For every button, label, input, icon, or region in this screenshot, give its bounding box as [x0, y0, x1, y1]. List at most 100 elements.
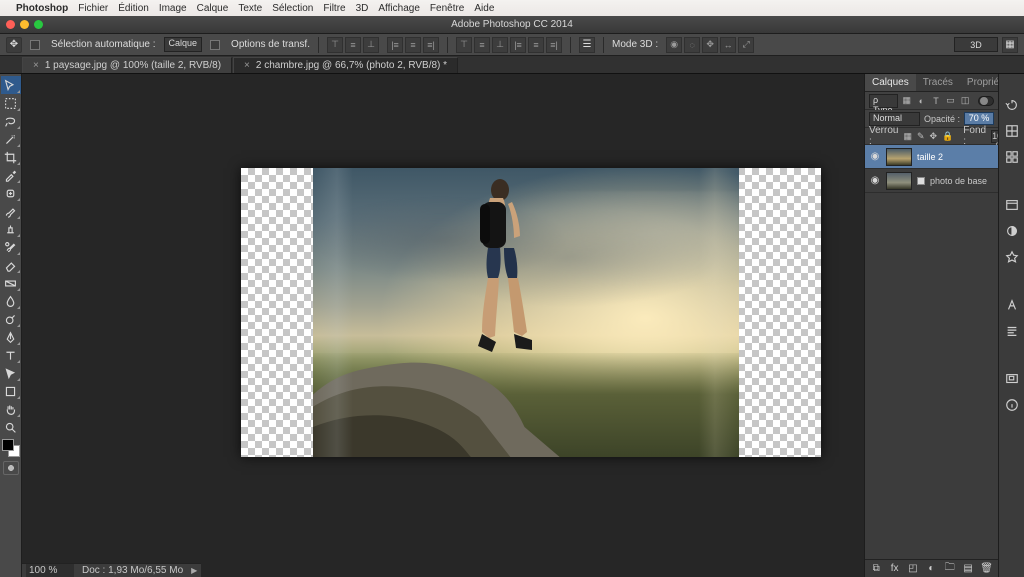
new-adjustment-icon[interactable]: ◐	[925, 562, 937, 575]
filter-shape-icon[interactable]: ▭	[945, 94, 956, 108]
blur-tool[interactable]	[1, 292, 21, 310]
filter-adjust-icon[interactable]: ◐	[916, 94, 927, 108]
navigator-panel-icon[interactable]	[1003, 370, 1021, 388]
adjustments-panel-icon[interactable]	[1003, 222, 1021, 240]
eyedropper-tool[interactable]	[1, 166, 21, 184]
tab-paths[interactable]: Tracés	[916, 74, 960, 91]
pen-tool[interactable]	[1, 328, 21, 346]
workspace-options-icon[interactable]: ▦	[1002, 37, 1018, 53]
history-brush-tool[interactable]	[1, 238, 21, 256]
clone-stamp-tool[interactable]	[1, 220, 21, 238]
menu-image[interactable]: Image	[159, 3, 187, 14]
show-transform-checkbox[interactable]	[210, 40, 220, 50]
mode3d-zoom-icon[interactable]: ⤢	[738, 37, 754, 53]
styles-panel-icon[interactable]	[1003, 248, 1021, 266]
move-tool-indicator-icon[interactable]: ✥	[6, 37, 22, 53]
close-window-button[interactable]	[6, 20, 15, 29]
distribute-top-icon[interactable]: ⊤	[456, 37, 472, 53]
type-tool[interactable]	[1, 346, 21, 364]
distribute-right-icon[interactable]: ≡|	[546, 37, 562, 53]
shape-tool[interactable]	[1, 382, 21, 400]
document-tab-1[interactable]: × 1 paysage.jpg @ 100% (taille 2, RVB/8)	[22, 57, 232, 73]
auto-align-icon[interactable]: ☰	[579, 37, 595, 53]
app-name[interactable]: Photoshop	[16, 3, 68, 14]
new-layer-icon[interactable]: ▤	[962, 562, 974, 575]
mode3d-roll-icon[interactable]: ◌	[684, 37, 700, 53]
healing-brush-tool[interactable]	[1, 184, 21, 202]
visibility-toggle-icon[interactable]: ◉	[869, 175, 881, 187]
swatches-panel-icon[interactable]	[1003, 148, 1021, 166]
close-tab-icon[interactable]: ×	[33, 60, 39, 71]
align-right-icon[interactable]: ≡|	[423, 37, 439, 53]
crop-tool[interactable]	[1, 148, 21, 166]
filter-toggle[interactable]	[978, 96, 994, 106]
brush-tool[interactable]	[1, 202, 21, 220]
filter-type-select[interactable]: ρ Type	[869, 94, 898, 108]
auto-select-target-select[interactable]: Calque	[164, 37, 203, 52]
blend-mode-select[interactable]: Normal	[869, 112, 920, 126]
mode3d-pan-icon[interactable]: ✥	[702, 37, 718, 53]
doc-size-label[interactable]: Doc : 1,93 Mo/6,55 Mo	[82, 565, 183, 576]
delete-layer-icon[interactable]: 🗑	[980, 562, 993, 575]
lock-transparent-icon[interactable]: ▦	[903, 130, 912, 142]
align-left-icon[interactable]: |≡	[387, 37, 403, 53]
mode3d-orbit-icon[interactable]: ◉	[666, 37, 682, 53]
opacity-field[interactable]: 70 %	[964, 112, 994, 125]
info-panel-icon[interactable]	[1003, 396, 1021, 414]
menu-select[interactable]: Sélection	[272, 3, 313, 14]
zoom-window-button[interactable]	[34, 20, 43, 29]
zoom-level-field[interactable]: 100 %	[26, 564, 74, 577]
close-tab-icon[interactable]: ×	[244, 60, 250, 71]
layer-fx-icon[interactable]: fx	[888, 562, 900, 575]
lock-position-icon[interactable]: ✥	[930, 130, 938, 142]
layer-thumbnail[interactable]	[886, 172, 912, 190]
menu-file[interactable]: Fichier	[78, 3, 108, 14]
distribute-left-icon[interactable]: |≡	[510, 37, 526, 53]
mode3d-slide-icon[interactable]: ↔	[720, 37, 736, 53]
menu-edit[interactable]: Édition	[118, 3, 149, 14]
move-tool[interactable]	[1, 76, 21, 94]
filter-pixel-icon[interactable]: ▦	[902, 94, 913, 108]
color-swatches[interactable]	[2, 439, 20, 457]
gradient-tool[interactable]	[1, 274, 21, 292]
layer-name[interactable]: taille 2	[917, 152, 943, 162]
layer-row[interactable]: ◉ taille 2	[865, 145, 998, 169]
visibility-toggle-icon[interactable]: ◉	[869, 151, 881, 163]
eraser-tool[interactable]	[1, 256, 21, 274]
zoom-tool[interactable]	[1, 418, 21, 436]
distribute-hcenter-icon[interactable]: ≡	[528, 37, 544, 53]
align-vcenter-icon[interactable]: ≡	[345, 37, 361, 53]
tab-layers[interactable]: Calques	[865, 74, 916, 91]
minimize-window-button[interactable]	[20, 20, 29, 29]
filter-smart-icon[interactable]: ◫	[960, 94, 971, 108]
3d-selector[interactable]: 3D	[954, 37, 998, 52]
menu-window[interactable]: Fenêtre	[430, 3, 464, 14]
menu-layer[interactable]: Calque	[197, 3, 229, 14]
menu-filter[interactable]: Filtre	[323, 3, 345, 14]
auto-select-checkbox[interactable]	[30, 40, 40, 50]
canvas-area[interactable]: 100 % Doc : 1,93 Mo/6,55 Mo ▶	[22, 74, 864, 577]
distribute-vcenter-icon[interactable]: ≡	[474, 37, 490, 53]
path-select-tool[interactable]	[1, 364, 21, 382]
layer-row[interactable]: ◉ photo de base	[865, 169, 998, 193]
menu-3d[interactable]: 3D	[356, 3, 369, 14]
layer-name[interactable]: photo de base	[930, 176, 987, 186]
align-hcenter-icon[interactable]: ≡	[405, 37, 421, 53]
paragraph-panel-icon[interactable]	[1003, 322, 1021, 340]
lasso-tool[interactable]	[1, 112, 21, 130]
menu-help[interactable]: Aide	[474, 3, 494, 14]
character-panel-icon[interactable]	[1003, 296, 1021, 314]
filter-type-icon[interactable]: T	[931, 94, 942, 108]
distribute-bottom-icon[interactable]: ⊥	[492, 37, 508, 53]
foreground-swatch[interactable]	[2, 439, 14, 451]
align-top-icon[interactable]: ⊤	[327, 37, 343, 53]
link-layers-icon[interactable]: ⧉	[870, 562, 882, 575]
document-tab-2[interactable]: × 2 chambre.jpg @ 66,7% (photo 2, RVB/8)…	[233, 57, 458, 73]
lock-pixels-icon[interactable]: ✎	[917, 130, 925, 142]
align-bottom-icon[interactable]: ⊥	[363, 37, 379, 53]
marquee-tool[interactable]	[1, 94, 21, 112]
magic-wand-tool[interactable]	[1, 130, 21, 148]
hand-tool[interactable]	[1, 400, 21, 418]
status-menu-icon[interactable]: ▶	[191, 566, 197, 575]
new-group-icon[interactable]: 🗀	[944, 562, 956, 575]
